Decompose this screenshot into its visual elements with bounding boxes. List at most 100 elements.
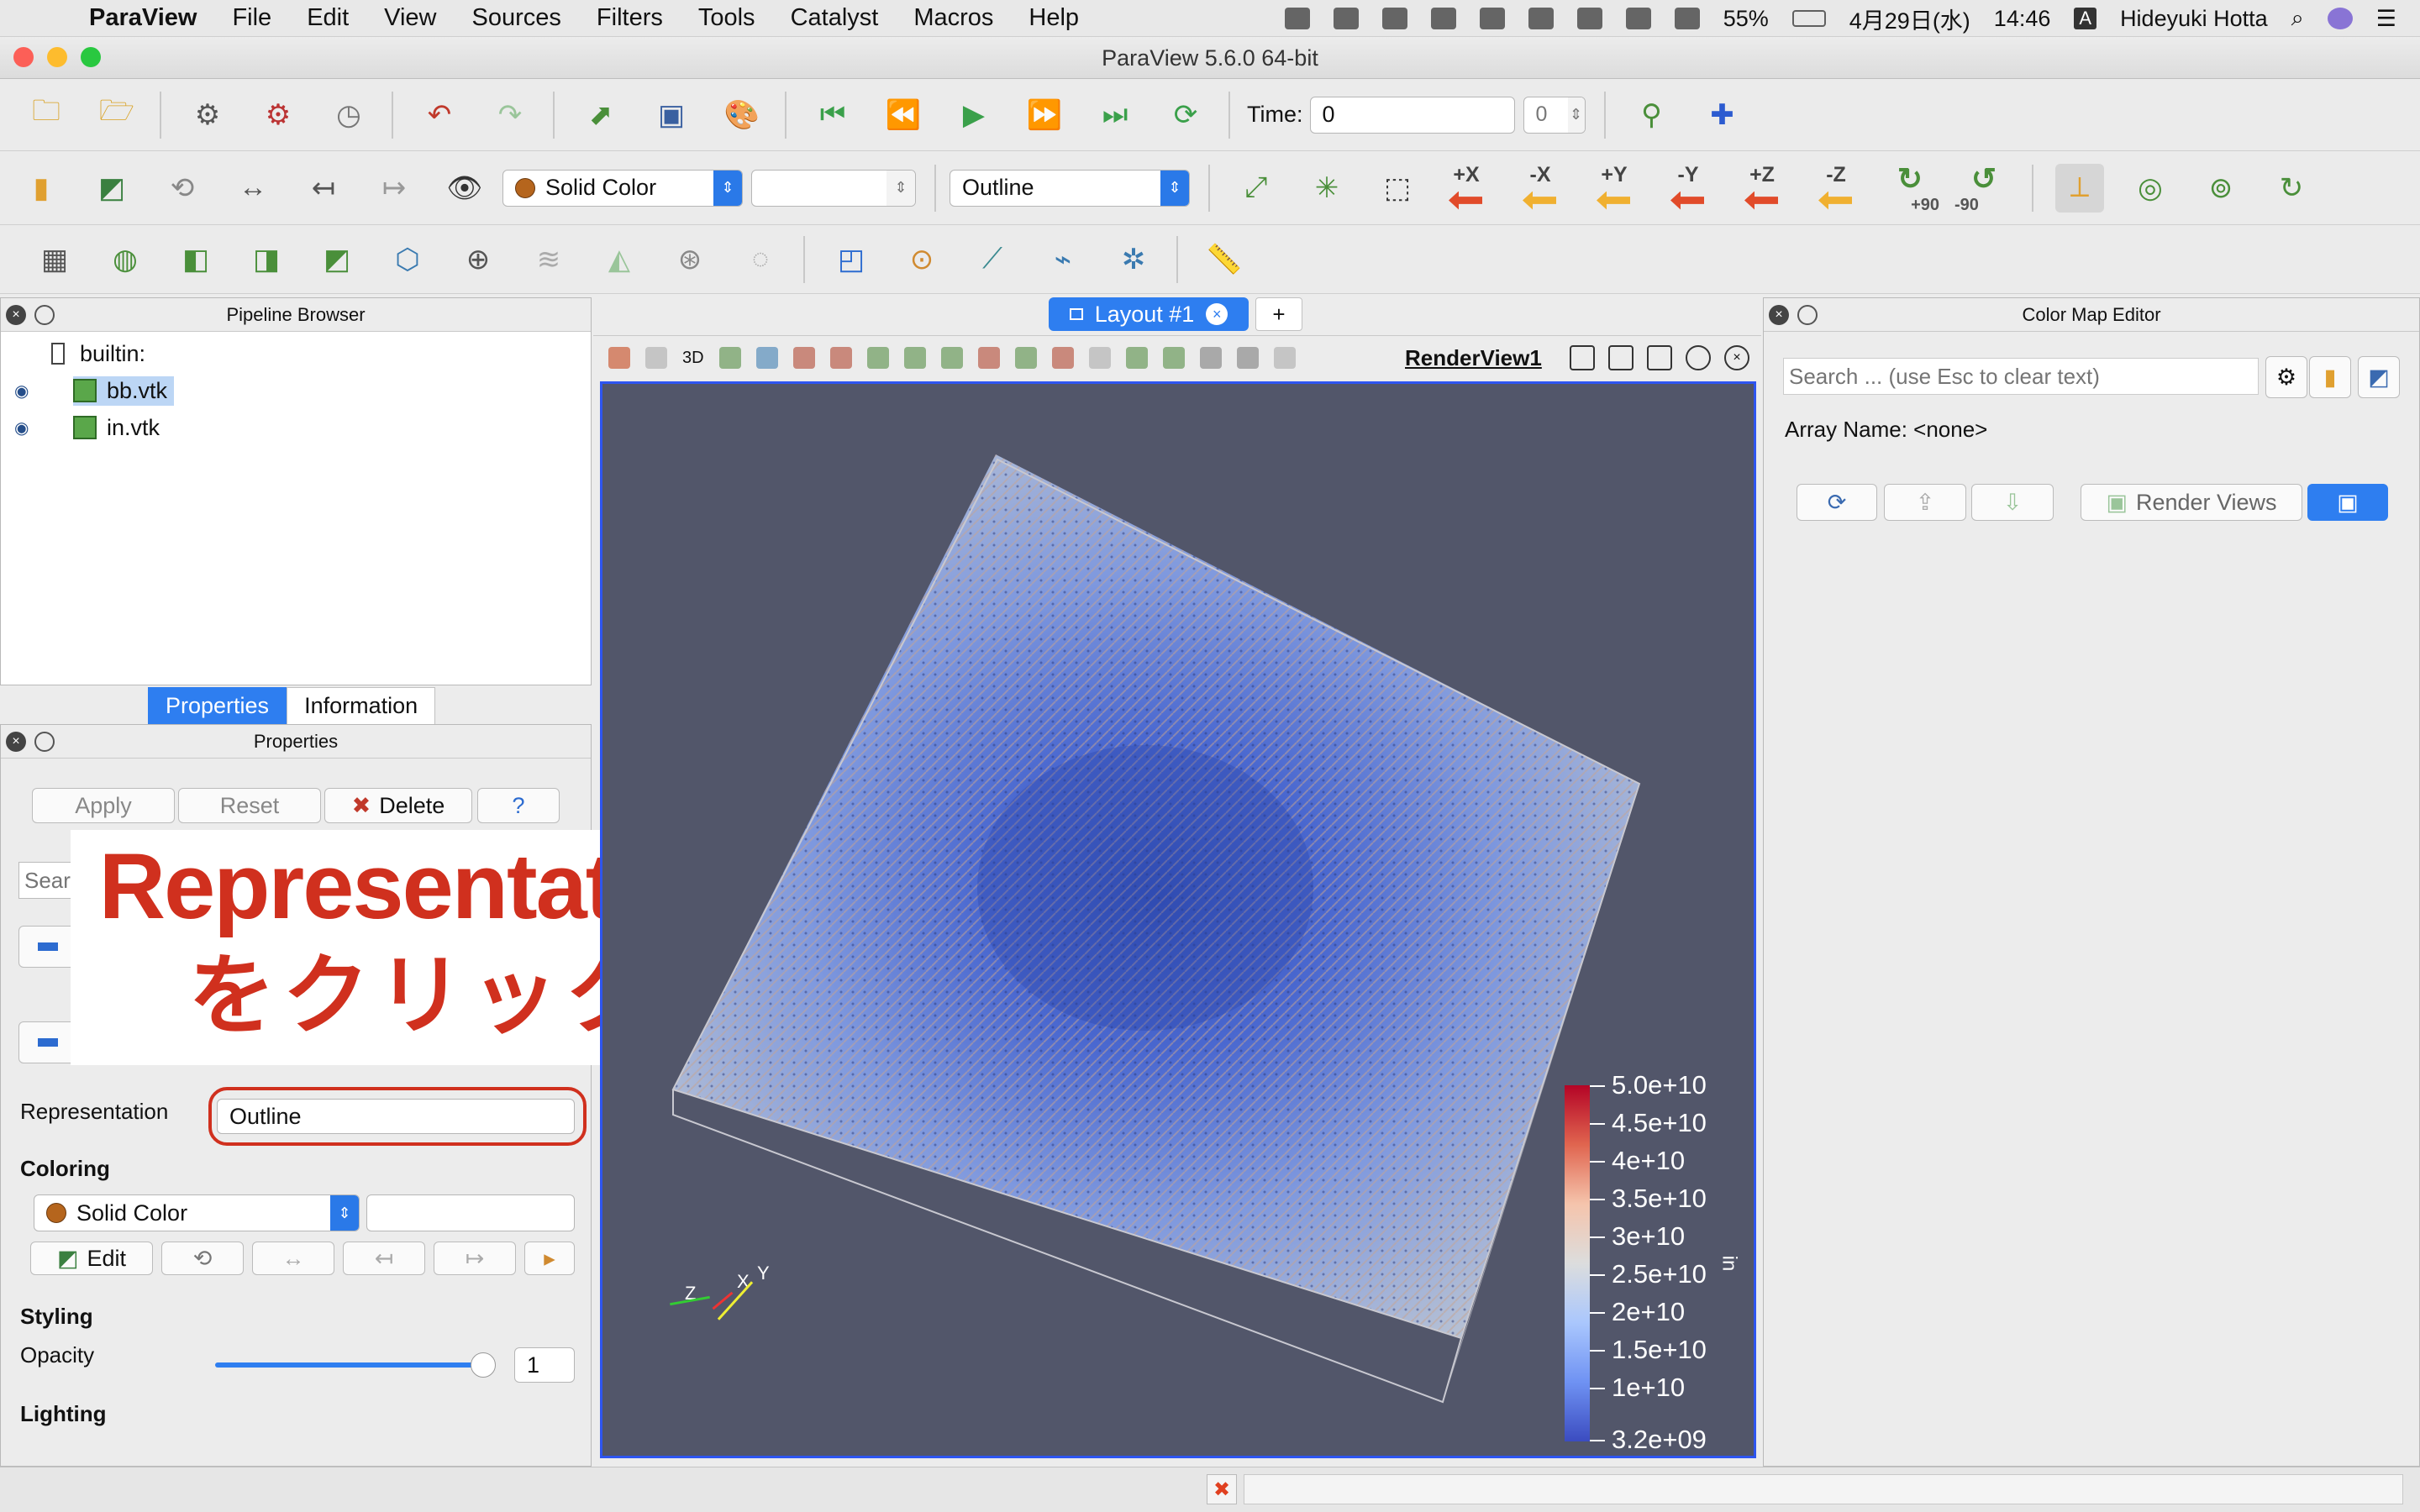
coloring-combo[interactable]: Solid Color ⇕ xyxy=(502,169,743,207)
minimize-window-button[interactable] xyxy=(47,47,67,67)
warp-by-vector-icon[interactable]: ◭ xyxy=(595,235,644,284)
zoom-to-data-icon[interactable]: ✳ xyxy=(1302,164,1351,213)
colormap-refresh-button[interactable]: ⟳ xyxy=(1797,484,1877,521)
close-view-icon[interactable]: × xyxy=(1724,345,1749,370)
toggle-3d-button[interactable]: 3D xyxy=(682,349,704,368)
menu-app-name[interactable]: ParaView xyxy=(89,4,197,32)
open-recent-icon[interactable]: 🗁 xyxy=(92,91,141,139)
rescale-visible-icon[interactable]: ↦ xyxy=(370,164,418,213)
properties-component-combo[interactable] xyxy=(366,1194,575,1231)
undo-icon[interactable]: ↶ xyxy=(415,91,464,139)
close-panel-icon[interactable]: × xyxy=(1769,305,1789,325)
zoom-window-button[interactable] xyxy=(81,47,101,67)
wifi-icon[interactable] xyxy=(1674,8,1700,29)
connect-icon[interactable]: ⚙ xyxy=(183,91,232,139)
reset-range-icon[interactable]: ⟲ xyxy=(158,164,207,213)
play-circle-icon[interactable] xyxy=(1528,8,1554,29)
auto-render-toggle-button[interactable]: ▣ xyxy=(2307,484,2388,521)
select-cells-icon[interactable] xyxy=(755,347,778,369)
next-frame-icon[interactable]: ⏩ xyxy=(1020,91,1069,139)
split-vertical-icon[interactable] xyxy=(1608,345,1634,370)
edit-colormap-icon[interactable]: ◩ xyxy=(87,164,136,213)
bluetooth-icon[interactable] xyxy=(1625,8,1651,29)
menu-edit[interactable]: Edit xyxy=(307,4,349,32)
menubar-date[interactable]: 4月29日(水) xyxy=(1849,3,1970,35)
menu-file[interactable]: File xyxy=(232,4,271,32)
hover-cells-icon[interactable] xyxy=(1014,347,1037,369)
select-frustum-icon[interactable] xyxy=(829,347,852,369)
notification-center-icon[interactable]: ☰ xyxy=(2376,6,2396,32)
last-frame-icon[interactable]: ⏭ xyxy=(1091,91,1139,139)
select-block-icon[interactable] xyxy=(903,347,926,369)
slice-icon[interactable]: ◨ xyxy=(242,235,291,284)
delete-button[interactable]: ✖ Delete xyxy=(324,788,472,823)
plot-selection-icon[interactable]: ⊙ xyxy=(897,235,946,284)
zoom-to-box-icon[interactable]: ⬚ xyxy=(1373,164,1422,213)
glyph-icon[interactable]: ⊕ xyxy=(454,235,502,284)
plot-data-icon[interactable]: ⌁ xyxy=(1039,235,1087,284)
advanced-settings-button[interactable]: ⚙ xyxy=(2265,356,2307,398)
close-panel-icon[interactable]: × xyxy=(6,732,26,752)
label-cells-icon[interactable] xyxy=(1236,347,1259,369)
select-polygon-icon[interactable] xyxy=(866,347,889,369)
ruler-icon[interactable]: 📏 xyxy=(1200,235,1249,284)
temporal-icon[interactable]: ✲ xyxy=(1109,235,1158,284)
reset-camera-full-icon[interactable]: ⤢ xyxy=(1232,164,1281,213)
threshold-icon[interactable]: ◩ xyxy=(313,235,361,284)
opacity-slider[interactable] xyxy=(215,1362,492,1368)
colormap-export-button[interactable]: ⇪ xyxy=(1884,484,1966,521)
contour-icon[interactable]: ◍ xyxy=(101,235,150,284)
view-minus-z-button[interactable]: -Z xyxy=(1807,161,1865,215)
clip-icon[interactable]: ◧ xyxy=(171,235,220,284)
view-plus-y-button[interactable]: +Y xyxy=(1585,161,1644,215)
creative-cloud-icon[interactable] xyxy=(1430,8,1456,29)
apply-button[interactable]: Apply xyxy=(32,788,175,823)
rescale-temporal-icon[interactable]: ↤ xyxy=(299,164,348,213)
reset-camera-icon[interactable]: ⬈ xyxy=(576,91,625,139)
menu-filters[interactable]: Filters xyxy=(597,4,663,32)
colormap-link-button[interactable]: ◩ xyxy=(2358,356,2400,398)
rescale-custom-button[interactable]: ↤ xyxy=(343,1242,425,1275)
show-center-axes-icon[interactable]: ⟂ xyxy=(2055,163,2104,213)
save-screenshot-icon[interactable]: ▣ xyxy=(647,91,696,139)
input-mode-indicator[interactable]: A xyxy=(2074,8,2097,29)
menu-help[interactable]: Help xyxy=(1028,4,1079,32)
menubar-time[interactable]: 14:46 xyxy=(1994,6,2051,32)
palette-icon[interactable]: 🎨 xyxy=(718,91,766,139)
rescale-temporal-button[interactable]: ↦ xyxy=(434,1242,516,1275)
tool-icon[interactable] xyxy=(1479,8,1505,29)
rescale-custom-icon[interactable]: ↔ xyxy=(229,164,277,213)
battery-icon[interactable] xyxy=(1791,10,1826,27)
time-input[interactable]: 0 xyxy=(1309,96,1515,134)
menu-tools[interactable]: Tools xyxy=(698,4,755,32)
grow-selection-icon[interactable] xyxy=(1051,347,1074,369)
view-options-icon[interactable] xyxy=(1686,345,1711,370)
cloud-icon[interactable] xyxy=(1333,8,1359,29)
rescale-visible-eye-icon[interactable]: 👁 xyxy=(440,164,489,213)
maximize-view-icon[interactable] xyxy=(1647,345,1672,370)
rotate-plus-90-button[interactable]: ↻ +90 xyxy=(1881,161,1939,215)
add-custom-filter-icon[interactable]: ✚ xyxy=(1698,91,1747,139)
float-panel-icon[interactable] xyxy=(1797,305,1818,325)
time-machine-icon[interactable] xyxy=(1576,8,1602,29)
output-messages-icon[interactable]: ✖ xyxy=(1207,1474,1237,1504)
split-horizontal-icon[interactable] xyxy=(1570,345,1595,370)
render-views-button[interactable]: ▣ Render Views xyxy=(2081,484,2302,521)
pipeline-item-bb-vtk[interactable]: ◉ bb.vtk xyxy=(1,372,591,409)
find-data-icon[interactable]: ⚲ xyxy=(1628,91,1676,139)
colormap-import-button[interactable]: ⇩ xyxy=(1971,484,2054,521)
opacity-input[interactable]: 1 xyxy=(514,1347,575,1383)
tab-properties[interactable]: Properties xyxy=(148,687,287,725)
find-selection-icon[interactable] xyxy=(1125,347,1148,369)
shrink-selection-icon[interactable] xyxy=(1088,347,1111,369)
colormap-save-button[interactable]: ▮ xyxy=(2309,356,2351,398)
rotate-minus-90-button[interactable]: ↺ -90 xyxy=(1954,161,2013,215)
choose-preset-button[interactable]: ⟲ xyxy=(161,1242,244,1275)
opacity-slider-handle[interactable] xyxy=(471,1352,496,1378)
camera-undo-icon[interactable] xyxy=(718,347,741,369)
extract-subset-icon[interactable]: ⬡ xyxy=(383,235,432,284)
interactive-center-icon[interactable]: ↻ xyxy=(2267,164,2316,213)
pick-center-icon[interactable]: ⊚ xyxy=(2196,164,2245,213)
layout-tab[interactable]: Layout #1 × xyxy=(1049,297,1249,331)
play-icon[interactable]: ▶ xyxy=(950,91,998,139)
